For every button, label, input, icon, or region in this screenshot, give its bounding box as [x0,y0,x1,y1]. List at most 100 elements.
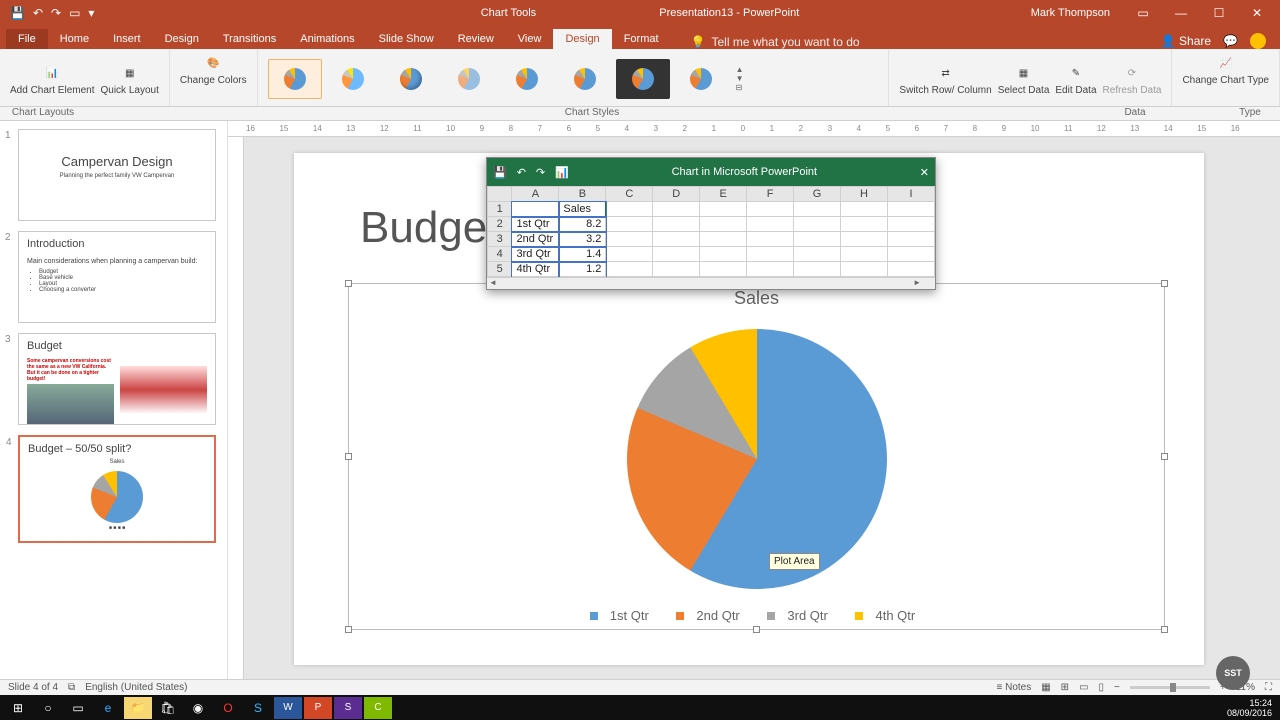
fit-window-icon[interactable]: ⛶ [1265,682,1272,693]
window-title: Presentation13 - PowerPoint [659,7,799,19]
horizontal-ruler: 1615141312111098765432101234567891011121… [228,121,1280,137]
slide-thumbnail-2[interactable]: 2 Introduction Main considerations when … [18,231,216,323]
tab-transitions[interactable]: Transitions [211,29,288,49]
slide-thumbnail-3[interactable]: 3 Budget Some campervan conversions cost… [18,333,216,425]
view-sorter-icon[interactable]: ⊞ [1061,682,1069,693]
chart-tools-label: Chart Tools [481,7,536,19]
pie-chart-plot[interactable] [627,329,887,589]
qat-more-icon[interactable]: ▾ [88,6,94,20]
gallery-up-icon[interactable]: ▲ [736,65,744,74]
add-chart-element-button[interactable]: 📊Add Chart Element [10,63,95,96]
user-name[interactable]: Mark Thompson [1031,7,1110,19]
feedback-icon[interactable] [1250,33,1266,49]
gallery-more-icon[interactable]: ⊟ [736,83,744,92]
share-button[interactable]: 👤 Share [1161,34,1211,48]
opera-icon[interactable]: O [214,697,242,719]
slide-canvas[interactable]: Budget – 50/50 split? Sales 1st Qtr 2nd … [294,153,1204,665]
title-bar: 💾 ↶ ↷ ▭ ▾ Chart Tools Presentation13 - P… [0,0,1280,25]
word-icon[interactable]: W [274,697,302,719]
chart-style-3[interactable] [384,59,438,99]
view-reading-icon[interactable]: ▭ [1079,682,1088,693]
task-view-icon[interactable]: ▭ [64,697,92,719]
tab-animations[interactable]: Animations [288,29,366,49]
chart-style-4[interactable] [442,59,496,99]
file-explorer-icon[interactable]: 📁 [124,697,152,719]
chart-style-7[interactable] [616,59,670,99]
tooltip-plot-area: Plot Area [769,553,820,570]
group-label-styles: Chart Styles [134,107,1050,120]
chart-style-8[interactable] [674,59,728,99]
app-icon-s[interactable]: S [334,697,362,719]
chart-title[interactable]: Sales [349,288,1164,309]
tab-slideshow[interactable]: Slide Show [367,29,446,49]
tab-chart-design[interactable]: Design [553,29,611,49]
zoom-slider[interactable] [1130,686,1210,689]
group-label-layouts: Chart Layouts [0,107,86,120]
comments-icon[interactable]: 💬 [1223,34,1238,48]
status-slide-number[interactable]: Slide 4 of 4 [8,682,58,693]
chart-styles-gallery[interactable]: ▲ ▼ ⊟ [268,59,744,99]
chart-data-window[interactable]: 💾 ↶ ↷ 📊 Chart in Microsoft PowerPoint ✕ … [486,157,936,290]
edit-data-button[interactable]: ✎Edit Data [1055,63,1096,96]
zoom-out-icon[interactable]: − [1114,682,1120,693]
ds-save-icon[interactable]: 💾 [493,166,507,179]
ds-undo-icon[interactable]: ↶ [517,166,526,179]
save-icon[interactable]: 💾 [10,6,25,20]
gallery-down-icon[interactable]: ▼ [736,74,744,83]
group-label-type: Type [1220,107,1280,120]
slide-editing-stage: 1615141312111098765432101234567891011121… [228,121,1280,680]
switch-row-column-button[interactable]: ⇄Switch Row/ Column [899,63,991,96]
store-icon[interactable]: 🛍 [154,697,182,719]
view-normal-icon[interactable]: ▦ [1041,682,1050,693]
slide-thumbnail-1[interactable]: 1 Campervan Design Planning the perfect … [18,129,216,221]
chart-object[interactable]: Sales 1st Qtr 2nd Qtr 3rd Qtr 4th Qtr [348,283,1165,630]
tab-chart-format[interactable]: Format [612,29,671,49]
chart-style-5[interactable] [500,59,554,99]
tab-insert[interactable]: Insert [101,29,153,49]
tab-review[interactable]: Review [446,29,506,49]
ds-grid[interactable]: ABCDEFGHI1Sales21st Qtr8.232nd Qtr3.243r… [487,186,935,277]
refresh-data-button[interactable]: ⟳Refresh Data [1103,63,1162,96]
powerpoint-icon[interactable]: P [304,697,332,719]
cortana-icon[interactable]: ○ [34,697,62,719]
watermark-sst: SST [1216,656,1250,690]
tab-file[interactable]: File [6,29,48,49]
tab-home[interactable]: Home [48,29,101,49]
close-button[interactable]: ✕ [1242,6,1272,20]
ds-close-icon[interactable]: ✕ [920,166,929,179]
tell-me-search[interactable]: 💡 Tell me what you want to do [691,35,860,49]
redo-icon[interactable]: ↷ [51,6,61,20]
chart-style-1[interactable] [268,59,322,99]
ds-scrollbar[interactable] [487,277,935,289]
undo-icon[interactable]: ↶ [33,6,43,20]
chart-style-2[interactable] [326,59,380,99]
lightbulb-icon: 💡 [691,35,706,49]
edge-icon[interactable]: e [94,697,122,719]
change-chart-type-button[interactable]: 📈Change Chart Type [1182,53,1269,86]
tab-design-main[interactable]: Design [153,29,211,49]
status-language[interactable]: English (United States) [85,682,187,693]
status-bar: Slide 4 of 4 ⧉ English (United States) ≡… [0,679,1280,695]
ribbon-tabs: File Home Insert Design Transitions Anim… [0,25,1280,49]
chart-legend[interactable]: 1st Qtr 2nd Qtr 3rd Qtr 4th Qtr [349,608,1164,623]
tab-view[interactable]: View [506,29,554,49]
maximize-button[interactable]: ☐ [1204,6,1234,20]
chrome-icon[interactable]: ◉ [184,697,212,719]
app-icon-c[interactable]: C [364,697,392,719]
change-colors-button[interactable]: 🎨Change Colors [180,53,247,86]
start-button[interactable]: ⊞ [4,697,32,719]
skype-icon[interactable]: S [244,697,272,719]
vertical-ruler [228,137,244,680]
select-data-button[interactable]: ▦Select Data [998,63,1050,96]
ds-redo-icon[interactable]: ↷ [536,166,545,179]
quick-layout-button[interactable]: ▦Quick Layout [101,63,159,96]
view-slideshow-icon[interactable]: ▯ [1099,682,1105,693]
minimize-button[interactable]: — [1166,6,1196,20]
ds-chart-icon[interactable]: 📊 [555,166,569,179]
chart-style-6[interactable] [558,59,612,99]
ribbon-options-icon[interactable]: ▭ [1128,6,1158,20]
slideshow-icon[interactable]: ▭ [69,6,80,20]
taskbar-clock[interactable]: 15:2408/09/2016 [1227,698,1280,718]
notes-button[interactable]: ≡ Notes [996,682,1031,693]
slide-thumbnail-4[interactable]: 4 Budget – 50/50 split? Sales ■ ■ ■ ■ [18,435,216,543]
